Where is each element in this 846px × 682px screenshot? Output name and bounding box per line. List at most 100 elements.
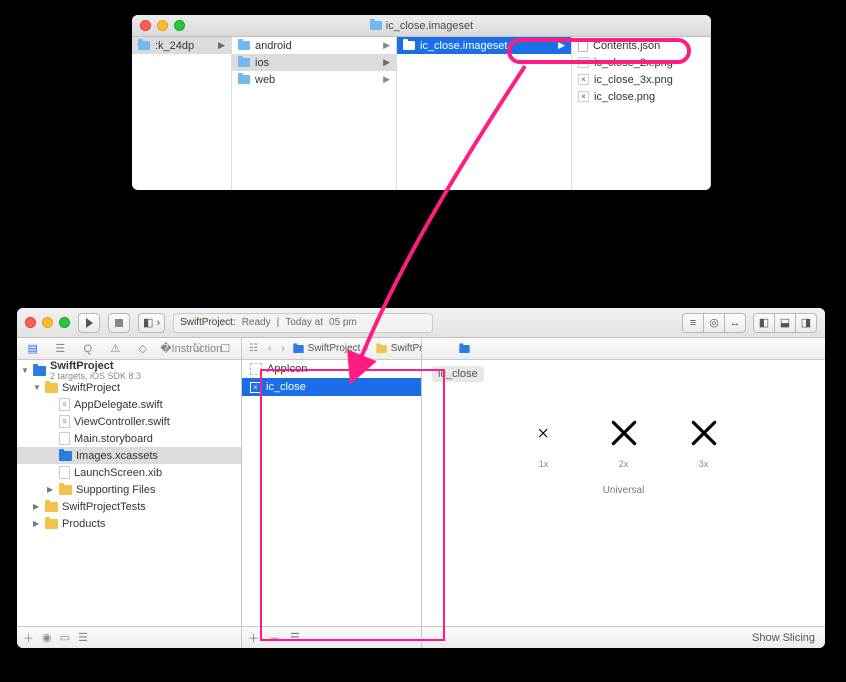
- status-time: 05 pm: [329, 317, 357, 328]
- navigator-item-label: Main.storyboard: [74, 433, 153, 445]
- finder-item[interactable]: ios▶: [232, 54, 396, 71]
- xcode-toolbar: ◧ › SwiftProject: Ready | Today at 05 pm…: [17, 308, 825, 338]
- disclosure-triangle[interactable]: ▶: [47, 485, 55, 494]
- chevron-right-icon: ▶: [383, 74, 390, 85]
- slot-scale-label: 3x: [684, 459, 724, 469]
- breakpoint-navigator-tab[interactable]: ⎋: [188, 342, 208, 355]
- show-slicing-button[interactable]: Show Slicing: [752, 632, 815, 644]
- finder-item[interactable]: web ▶: [232, 71, 396, 88]
- folder-icon: [238, 58, 250, 67]
- navigator-item[interactable]: Main.storyboard: [17, 430, 241, 447]
- related-items-button[interactable]: ☷: [246, 343, 261, 354]
- project-icon: [33, 366, 46, 376]
- close-window-button[interactable]: [25, 317, 36, 328]
- test-navigator-tab[interactable]: ◇: [133, 342, 153, 355]
- close-window-button[interactable]: [140, 20, 151, 31]
- navigator-item[interactable]: Images.xcassets: [17, 447, 241, 464]
- navigator-filter-bar: ＋ ◉ ▭ ☰: [17, 626, 241, 648]
- folder-icon: [376, 345, 386, 353]
- activity-viewer: SwiftProject: Ready | Today at 05 pm: [173, 313, 433, 333]
- project-root[interactable]: ▼ SwiftProject 2 targets, iOS SDK 8.3: [17, 362, 241, 379]
- finder-item[interactable]: ×ic_close_3x.png: [572, 71, 710, 88]
- project-navigator-tree[interactable]: ▼ SwiftProject 2 targets, iOS SDK 8.3 ▼S…: [17, 360, 241, 626]
- run-button[interactable]: [78, 313, 100, 333]
- project-navigator-tab[interactable]: ▤: [23, 342, 43, 355]
- minimize-window-button[interactable]: [157, 20, 168, 31]
- folder-icon: [138, 41, 150, 50]
- status-sep: |: [277, 317, 280, 328]
- jump-bar[interactable]: ☷ ‹ › SwiftProjectSwiftProjectImages.xca…: [242, 338, 421, 360]
- asset-detail-body: ic_close 1x2x3x Universal: [422, 360, 825, 626]
- toggle-navigator-button[interactable]: ◧: [753, 313, 775, 333]
- asset-detail-panel: ic_close 1x2x3x Universal Show Slicing: [422, 338, 825, 648]
- zoom-window-button[interactable]: [174, 20, 185, 31]
- navigator-item-label: Images.xcassets: [76, 450, 158, 462]
- minimize-window-button[interactable]: [42, 317, 53, 328]
- folder-icon: [370, 21, 382, 30]
- folder-icon: [403, 41, 415, 50]
- universal-label: Universal: [440, 485, 807, 496]
- folder-icon: [238, 41, 250, 50]
- assistant-editor-button[interactable]: ◎: [703, 313, 725, 333]
- debug-navigator-tab[interactable]: �Instruction: [160, 342, 180, 355]
- finder-item-label: web: [255, 74, 275, 86]
- image-slot[interactable]: 2x: [604, 413, 644, 469]
- project-icon: [293, 345, 303, 353]
- window-controls: [25, 317, 70, 328]
- finder-column-1[interactable]: android▶ios▶ web ▶: [232, 37, 397, 190]
- navigator-item[interactable]: ▶SwiftProjectTests: [17, 498, 241, 515]
- scheme-selector[interactable]: ◧ ›: [138, 313, 165, 333]
- issue-navigator-tab[interactable]: ⚠: [105, 342, 125, 355]
- add-asset-button[interactable]: ＋: [248, 630, 259, 646]
- zoom-window-button[interactable]: [59, 317, 70, 328]
- filter-recent-button[interactable]: ◉: [42, 631, 52, 644]
- window-controls: [140, 20, 185, 31]
- back-button[interactable]: ‹: [265, 343, 274, 354]
- navigator-item-label: Products: [62, 518, 105, 530]
- disclosure-triangle[interactable]: ▶: [33, 502, 41, 511]
- finder-item[interactable]: ×ic_close.png: [572, 88, 710, 105]
- finder-item[interactable]: :k_24dp▶: [132, 37, 231, 54]
- navigator-item-label: ViewController.swift: [74, 416, 170, 428]
- group-folder-icon: [45, 502, 58, 512]
- slot-scale-label: 2x: [604, 459, 644, 469]
- toggle-debug-button[interactable]: ⬓: [774, 313, 796, 333]
- navigator-item[interactable]: ▶Supporting Files: [17, 481, 241, 498]
- finder-item-label: ic_close.imageset: [420, 40, 507, 52]
- filter-field-icon[interactable]: ☰: [78, 631, 88, 644]
- navigator-item[interactable]: sViewController.swift: [17, 413, 241, 430]
- symbol-navigator-tab[interactable]: ☰: [50, 342, 70, 355]
- finder-item-label: android: [255, 40, 292, 52]
- annotation-oval-source: [507, 38, 691, 64]
- report-navigator-tab[interactable]: ☐: [215, 342, 235, 355]
- finder-item-label: ic_close.png: [594, 91, 655, 103]
- image-slot[interactable]: 1x: [524, 413, 564, 469]
- storyboard-file-icon: [59, 432, 70, 445]
- finder-item[interactable]: android▶: [232, 37, 396, 54]
- navigator-item-label: AppDelegate.swift: [74, 399, 163, 411]
- image-well[interactable]: [524, 413, 564, 453]
- version-editor-button[interactable]: ↔: [724, 313, 746, 333]
- add-button[interactable]: ＋: [23, 630, 34, 646]
- image-slot[interactable]: 3x: [684, 413, 724, 469]
- forward-button[interactable]: ›: [278, 343, 287, 354]
- filter-scm-button[interactable]: ▭: [60, 631, 70, 644]
- image-well[interactable]: [604, 413, 644, 453]
- disclosure-triangle[interactable]: ▶: [33, 519, 41, 528]
- toggle-utilities-button[interactable]: ◨: [795, 313, 817, 333]
- disclosure-triangle[interactable]: ▼: [33, 383, 41, 392]
- navigator-item[interactable]: sAppDelegate.swift: [17, 396, 241, 413]
- stop-button[interactable]: [108, 313, 130, 333]
- close-icon: [538, 427, 549, 438]
- standard-editor-button[interactable]: ≡: [682, 313, 704, 333]
- navigator-item[interactable]: ▶ Products: [17, 515, 241, 532]
- navigator-item[interactable]: LaunchScreen.xib: [17, 464, 241, 481]
- image-well[interactable]: [684, 413, 724, 453]
- finder-column-0[interactable]: :k_24dp▶: [132, 37, 232, 190]
- navigator-item[interactable]: ▼SwiftProject: [17, 379, 241, 396]
- breadcrumb-segment[interactable]: SwiftProject: [292, 343, 371, 354]
- group-folder-icon: [59, 485, 72, 495]
- project-name: SwiftProject: [50, 361, 141, 372]
- chevron-right-icon: ▶: [218, 40, 225, 51]
- find-navigator-tab[interactable]: Q: [78, 343, 98, 355]
